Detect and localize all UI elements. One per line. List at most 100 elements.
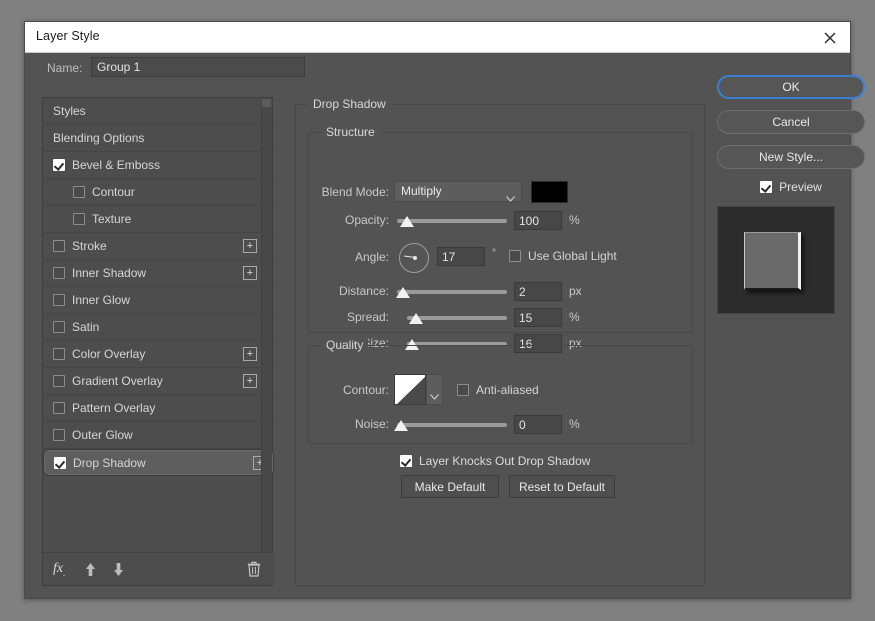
preview-thumbnail (717, 206, 835, 314)
use-global-light-label: Use Global Light (528, 249, 617, 263)
contour-label: Contour: (342, 383, 389, 397)
style-list-item[interactable]: Contour (43, 179, 274, 206)
style-list-item-checkbox[interactable] (53, 375, 65, 387)
quality-group: Quality Contour: Anti-aliased Noise: % (308, 338, 693, 444)
name-label: Name: (47, 61, 83, 75)
noise-slider-track[interactable] (397, 423, 507, 427)
style-list-item[interactable]: Satin (43, 314, 274, 341)
chevron-down-icon (506, 189, 515, 208)
style-list-item-checkbox[interactable] (73, 213, 85, 225)
make-default-button[interactable]: Make Default (401, 475, 499, 498)
layer-knocks-out-row[interactable]: Layer Knocks Out Drop Shadow (400, 454, 590, 468)
style-list-item-checkbox[interactable] (53, 402, 65, 414)
blend-mode-value: Multiply (401, 184, 442, 198)
style-list-item[interactable]: Color Overlay + (43, 341, 274, 368)
cancel-button[interactable]: Cancel (717, 110, 865, 134)
style-list-item-checkbox[interactable] (53, 348, 65, 360)
distance-unit: px (569, 284, 582, 298)
style-list-item-checkbox[interactable] (53, 429, 65, 441)
contour-dropdown-button[interactable] (426, 374, 443, 405)
noise-slider-thumb[interactable] (394, 420, 408, 431)
style-list-item[interactable]: Texture (43, 206, 274, 233)
style-list-item-label: Drop Shadow (73, 455, 146, 470)
drop-shadow-settings-panel: Drop Shadow Structure Blend Mode: Multip… (295, 97, 705, 586)
style-list-item-checkbox[interactable] (53, 321, 65, 333)
style-list-item-checkbox[interactable] (53, 267, 65, 279)
preview-label: Preview (779, 180, 822, 194)
style-list-item-checkbox[interactable] (53, 294, 65, 306)
anti-aliased-checkbox[interactable] (457, 384, 469, 396)
spread-slider-thumb[interactable] (409, 313, 423, 324)
style-list-item-label: Bevel & Emboss (72, 158, 161, 172)
style-list-item-label: Blending Options (53, 131, 145, 145)
style-list-item-label: Texture (92, 212, 132, 226)
preview-toggle-row[interactable]: Preview (717, 180, 865, 194)
style-list-item[interactable]: Outer Glow (43, 422, 274, 449)
style-list-item[interactable]: Styles (43, 98, 274, 125)
close-icon[interactable] (818, 26, 842, 50)
style-list-item-checkbox[interactable] (53, 159, 65, 171)
style-list-item-checkbox[interactable] (53, 240, 65, 252)
style-list-item-label: Satin (72, 320, 100, 334)
style-list-item-checkbox[interactable] (54, 456, 66, 469)
style-list-item-label: Stroke (72, 239, 107, 253)
style-list-item[interactable]: Inner Glow (43, 287, 274, 314)
distance-slider-track[interactable] (397, 290, 507, 294)
layer-knocks-out-label: Layer Knocks Out Drop Shadow (419, 454, 591, 468)
anti-aliased-label: Anti-aliased (476, 383, 539, 397)
noise-input[interactable] (514, 415, 562, 434)
style-list-item[interactable]: Drop Shadow + (43, 449, 274, 476)
preview-checkbox[interactable] (760, 181, 773, 193)
name-input[interactable] (91, 57, 305, 77)
shadow-color-swatch[interactable] (531, 181, 568, 203)
chevron-down-icon (430, 387, 439, 405)
style-list-item[interactable]: Pattern Overlay (43, 395, 274, 422)
style-list-item-label: Styles (53, 104, 86, 118)
style-list-item-label: Color Overlay (72, 347, 146, 361)
noise-unit: % (569, 417, 580, 431)
layer-knocks-out-checkbox[interactable] (400, 455, 412, 467)
style-list-item-label: Inner Shadow (72, 266, 147, 280)
style-list-item-label: Pattern Overlay (72, 401, 156, 415)
new-style-button[interactable]: New Style... (717, 145, 865, 169)
style-list-item-checkbox[interactable] (73, 186, 85, 198)
contour-curve-shape (395, 375, 425, 404)
opacity-slider-thumb[interactable] (400, 216, 414, 227)
style-list-item-label: Gradient Overlay (72, 374, 163, 388)
style-list-item[interactable]: Gradient Overlay + (43, 368, 274, 395)
trash-icon[interactable] (247, 561, 261, 577)
scrollbar-thumb[interactable] (262, 99, 271, 107)
arrow-up-icon[interactable] (83, 562, 98, 577)
styles-list[interactable]: Styles Blending Options Bevel & Emboss Cont… (43, 98, 274, 553)
add-effect-icon[interactable]: + (243, 347, 257, 361)
style-list-item[interactable]: Blending Options (43, 125, 274, 152)
style-list-item[interactable]: Inner Shadow + (43, 260, 274, 287)
styles-list-scrollbar[interactable] (261, 98, 272, 553)
opacity-label: Opacity: (344, 213, 389, 227)
reset-to-default-button[interactable]: Reset to Default (509, 475, 615, 498)
blend-mode-select[interactable]: Multiply (394, 181, 522, 202)
add-effect-icon[interactable]: + (243, 266, 257, 280)
opacity-input[interactable] (514, 211, 562, 230)
distance-label: Distance: (338, 284, 389, 298)
spread-input[interactable] (514, 308, 562, 327)
style-list-item[interactable]: Bevel & Emboss (43, 152, 274, 179)
arrow-down-icon[interactable] (111, 562, 126, 577)
style-list-item[interactable]: Stroke + (43, 233, 274, 260)
layer-style-dialog: Layer Style Name: Styles Blending Options… (24, 21, 865, 599)
style-list-item-label: Inner Glow (72, 293, 131, 307)
distance-input[interactable] (514, 282, 562, 301)
angle-input[interactable] (437, 247, 485, 266)
angle-dial[interactable] (399, 243, 429, 273)
fx-icon[interactable]: fx. (53, 561, 65, 578)
noise-label: Noise: (354, 417, 389, 431)
add-effect-icon[interactable]: + (243, 239, 257, 253)
use-global-light-checkbox[interactable] (509, 250, 521, 262)
opacity-unit: % (569, 213, 580, 227)
ok-button[interactable]: OK (717, 75, 865, 99)
distance-slider-thumb[interactable] (396, 287, 410, 298)
use-global-light-row[interactable]: Use Global Light (509, 249, 617, 263)
add-effect-icon[interactable]: + (243, 374, 257, 388)
contour-preview[interactable] (394, 374, 426, 405)
anti-aliased-row[interactable]: Anti-aliased (457, 383, 539, 397)
